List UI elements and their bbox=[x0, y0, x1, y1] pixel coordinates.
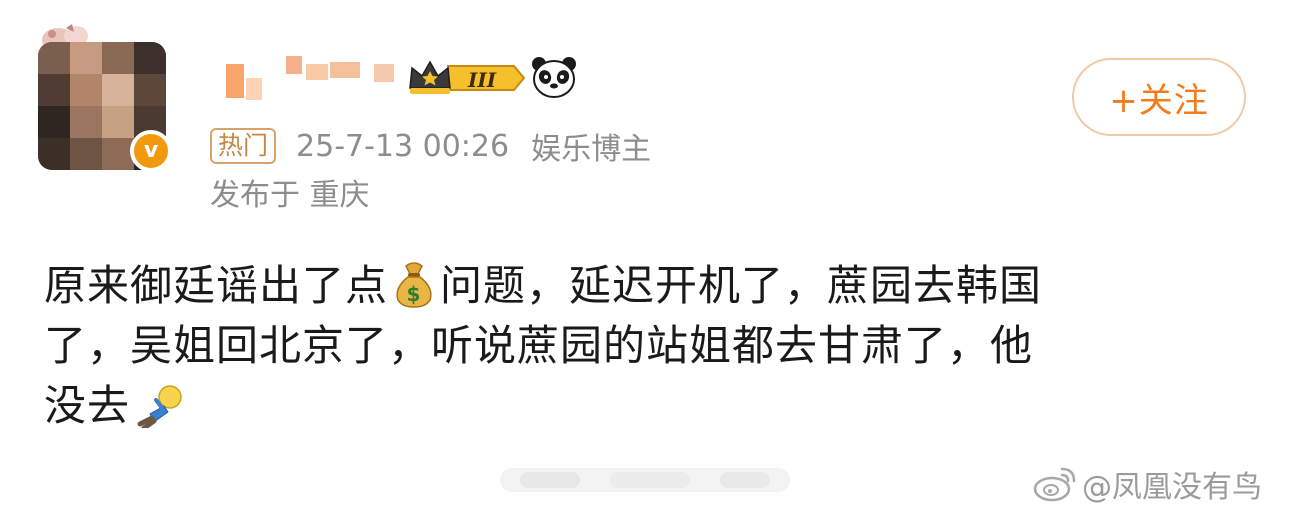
post-text-segment: 原来御廷谣出了点 bbox=[44, 261, 389, 310]
post-content: 原来御廷谣出了点 $ 问题，延迟开机了，蔗园去韩国 了，吴姐回北京了，听说蔗园的… bbox=[44, 256, 1244, 436]
svg-text:$: $ bbox=[407, 282, 422, 306]
crown-level-icon: III bbox=[409, 60, 526, 94]
username-blurred[interactable] bbox=[212, 52, 402, 108]
hot-tag-badge: 热门 bbox=[210, 128, 277, 164]
verified-badge-icon: v bbox=[130, 130, 172, 172]
user-role-label: 娱乐博主 bbox=[531, 132, 652, 167]
lying-down-emoji-icon bbox=[137, 385, 182, 428]
post-text-segment: 没去 bbox=[44, 381, 131, 430]
blurred-content-strip bbox=[500, 468, 790, 492]
post-timestamp: 25-7-13 00:26 bbox=[296, 128, 510, 164]
weibo-watermark: @凤凰没有鸟 bbox=[1032, 462, 1262, 506]
post-meta: 热门 25-7-13 00:26 娱乐博主 bbox=[210, 124, 651, 168]
user-avatar-area[interactable]: v bbox=[28, 22, 178, 182]
post-text-segment: 问题，延迟开机了，蔗园去韩国 bbox=[440, 261, 1043, 310]
post-line-3: 没去 bbox=[44, 376, 1244, 436]
watermark-text: @凤凰没有鸟 bbox=[1082, 470, 1262, 505]
follow-button[interactable]: +关注 bbox=[1072, 58, 1246, 136]
money-bag-emoji-icon: $ bbox=[396, 262, 432, 308]
weibo-logo-icon bbox=[1033, 467, 1076, 502]
post-location: 发布于 重庆 bbox=[210, 178, 370, 213]
panda-icon bbox=[532, 57, 576, 98]
level-badge-text: III bbox=[467, 68, 497, 92]
post-line-2: 了，吴姐回北京了，听说蔗园的站姐都去甘肃了，他 bbox=[44, 321, 1034, 370]
post-line-1: 原来御廷谣出了点 $ 问题，延迟开机了，蔗园去韩国 bbox=[44, 256, 1244, 316]
